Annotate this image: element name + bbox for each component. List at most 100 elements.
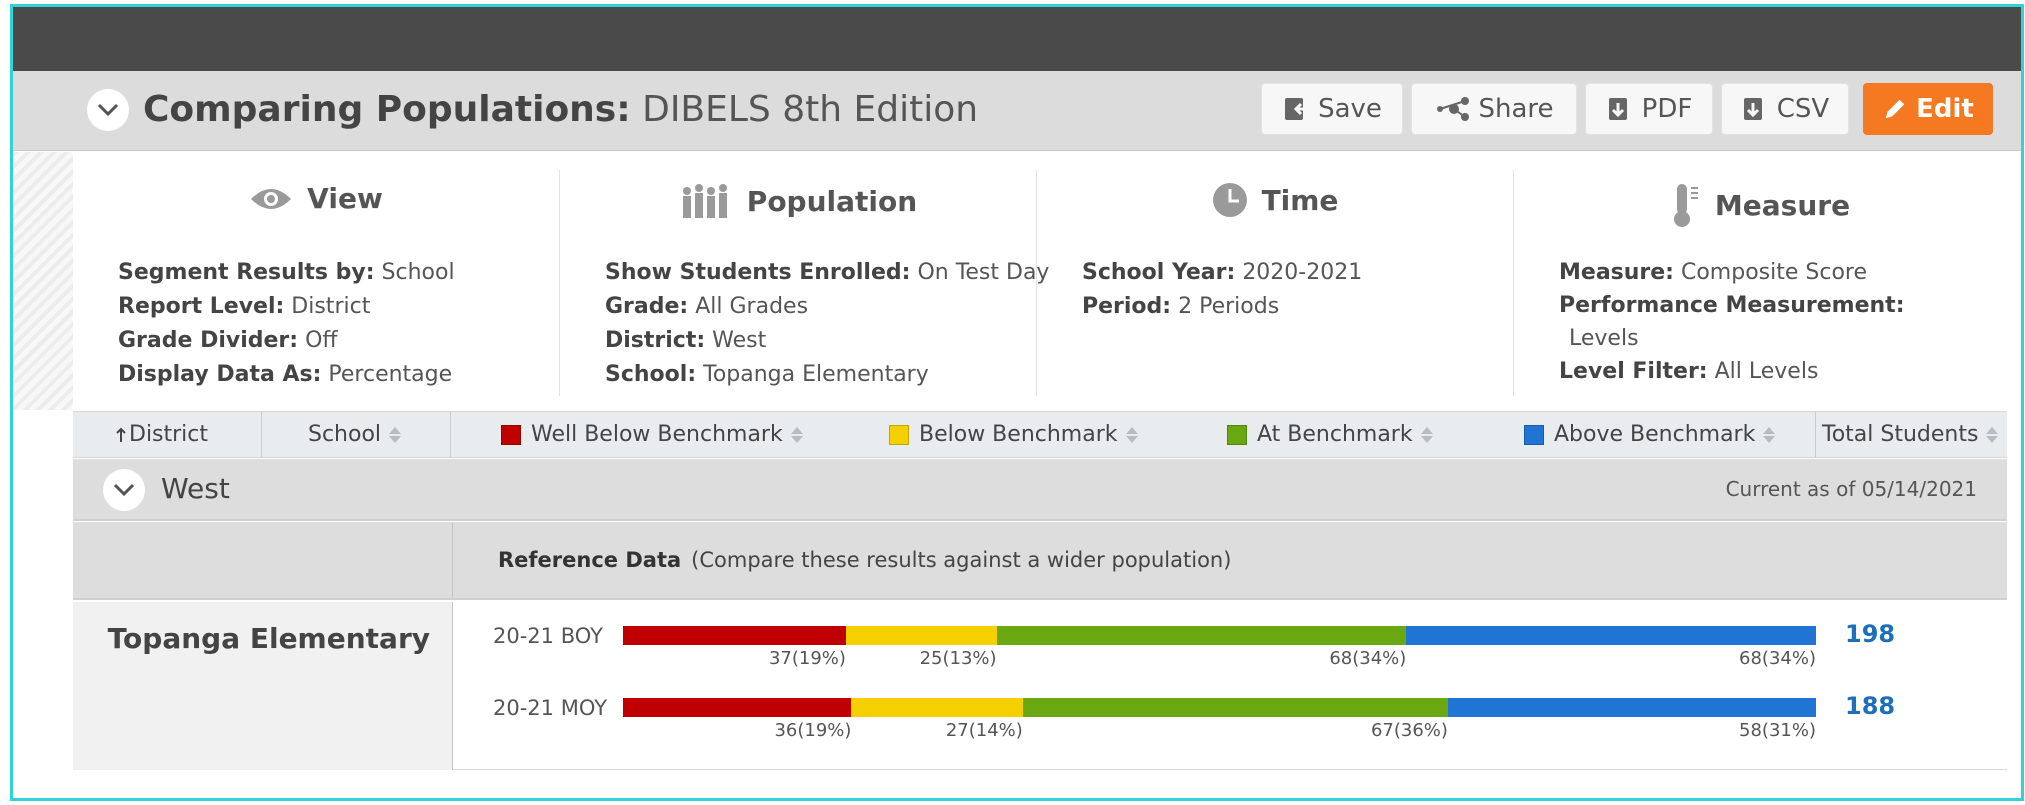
- district-group-row: West Current as of 05/14/2021: [73, 459, 2007, 521]
- sort-icon: [1420, 426, 1433, 443]
- param-line: School: Topanga Elementary: [605, 362, 929, 387]
- report-header: Comparing Populations: DIBELS 8th Editio…: [13, 71, 2021, 151]
- edit-label: Edit: [1916, 94, 1974, 124]
- well-below-swatch: [501, 424, 521, 445]
- col-divider: [261, 412, 262, 457]
- thermometer-icon: [1673, 184, 1698, 227]
- bar-segment-well-below[interactable]: [623, 698, 852, 717]
- sort-icon: [790, 426, 803, 443]
- eye-icon: [251, 188, 292, 209]
- save-button[interactable]: Save: [1261, 83, 1403, 135]
- sort-icon: [1125, 426, 1138, 443]
- measure-params: Measure Measure: Composite Score Perform…: [1513, 170, 2007, 396]
- csv-label: CSV: [1776, 94, 1830, 124]
- period-label: 20-21 BOY: [493, 624, 603, 648]
- param-line: School Year: 2020-2021: [1082, 260, 1363, 285]
- segment-value-label: 58(31%): [1739, 720, 1816, 741]
- segment-value-label: 37(19%): [768, 648, 846, 669]
- col-divider: [1815, 412, 1816, 457]
- time-details: School Year: 2020-2021 Period: 2 Periods: [1082, 256, 1362, 324]
- segment-value-label: 68(34%): [1739, 648, 1816, 669]
- param-line: Report Level: District: [118, 294, 371, 319]
- district-name: West: [161, 472, 230, 505]
- bar-segment-below[interactable]: [851, 698, 1023, 717]
- param-line: Grade Divider: Off: [118, 328, 338, 353]
- reference-note: (Compare these results against a wider p…: [691, 548, 1232, 572]
- reference-blank-cell: [73, 522, 453, 598]
- school-row: Topanga Elementary 20-21 BOY 37(19%) 25(13…: [73, 602, 2007, 770]
- title-subtitle: DIBELS 8th Edition: [642, 89, 979, 130]
- segment-value-label: 67(36%): [1370, 720, 1448, 741]
- above-swatch: [1524, 424, 1544, 445]
- share-button[interactable]: Share: [1411, 83, 1577, 135]
- param-line: Grade: All Grades: [605, 294, 809, 319]
- at-swatch: [1227, 424, 1247, 445]
- download-pdf-icon: [1608, 98, 1627, 120]
- view-heading: View: [73, 182, 559, 215]
- save-icon: [1285, 98, 1309, 120]
- stacked-bar[interactable]: [623, 626, 1816, 645]
- period-label: 20-21 MOY: [493, 696, 608, 720]
- param-line: Measure: Composite Score: [1559, 260, 1868, 285]
- param-line: Levels: [1569, 326, 1639, 351]
- sort-icon: [1763, 426, 1776, 443]
- reference-data-row: Reference Data (Compare these results aga…: [73, 522, 2007, 600]
- population-params: Population Show Students Enrolled: On Te…: [559, 170, 1049, 396]
- chevron-down-icon: [97, 103, 119, 117]
- sort-icon: [389, 426, 402, 443]
- stacked-bar[interactable]: [623, 698, 1816, 717]
- pdf-label: PDF: [1641, 94, 1693, 124]
- measure-heading: Measure: [1514, 182, 2007, 228]
- total-students-link[interactable]: 198: [1845, 620, 1895, 648]
- bar-segment-at[interactable]: [996, 626, 1407, 645]
- col-divider: [450, 412, 451, 457]
- param-line: Show Students Enrolled: On Test Day: [605, 260, 1050, 285]
- download-csv-icon: [1743, 98, 1762, 120]
- col-below[interactable]: Below Benchmark: [889, 412, 1138, 457]
- col-well-below[interactable]: Well Below Benchmark: [501, 412, 803, 457]
- pdf-button[interactable]: PDF: [1585, 83, 1713, 135]
- title-main: Comparing Populations:: [143, 89, 631, 130]
- col-above[interactable]: Above Benchmark: [1524, 412, 1776, 457]
- segment-value-label: 27(14%): [945, 720, 1023, 741]
- col-school[interactable]: School: [308, 412, 402, 457]
- population-heading: Population: [560, 182, 1036, 220]
- report-parameters: View Segment Results by: School Report L…: [73, 152, 2007, 410]
- param-line: Period: 2 Periods: [1082, 294, 1280, 319]
- param-line: Performance Measurement:: [1559, 293, 1905, 318]
- collapse-report-button[interactable]: [87, 89, 129, 131]
- edit-button[interactable]: Edit: [1863, 83, 1993, 135]
- view-params: View Segment Results by: School Report L…: [73, 170, 559, 396]
- time-heading: Time: [1037, 182, 1513, 218]
- below-swatch: [889, 424, 909, 445]
- sort-icon: [1986, 426, 1999, 443]
- col-district[interactable]: District: [115, 412, 208, 457]
- page-title: Comparing Populations: DIBELS 8th Editio…: [143, 87, 978, 133]
- table-header: District School Well Below Benchmark Bel…: [73, 411, 2007, 458]
- clock-icon: [1212, 183, 1247, 217]
- param-line: District: West: [605, 328, 767, 353]
- current-as-of: Current as of 05/14/2021: [1725, 477, 1977, 501]
- collapse-group-button[interactable]: [103, 469, 145, 511]
- reference-data-text[interactable]: Reference Data (Compare these results aga…: [498, 548, 1231, 572]
- param-line: Level Filter: All Levels: [1559, 359, 1819, 384]
- share-icon: [1437, 97, 1470, 121]
- bar-segment-at[interactable]: [1022, 698, 1448, 717]
- segment-value-label: 68(34%): [1329, 648, 1407, 669]
- school-name[interactable]: Topanga Elementary: [108, 622, 430, 655]
- param-line: Segment Results by: School: [118, 260, 455, 285]
- bar-segment-above[interactable]: [1447, 698, 1816, 717]
- total-students-link[interactable]: 188: [1845, 692, 1895, 720]
- segment-value-label: 36(19%): [774, 720, 852, 741]
- param-line: Display Data As: Percentage: [118, 362, 453, 387]
- csv-button[interactable]: CSV: [1721, 83, 1849, 135]
- view-details: Segment Results by: School Report Level:…: [118, 256, 455, 392]
- left-gutter: [13, 152, 73, 410]
- time-params: Time School Year: 2020-2021 Period: 2 Pe…: [1036, 170, 1513, 396]
- bar-segment-above[interactable]: [1406, 626, 1816, 645]
- bar-segment-well-below[interactable]: [623, 626, 846, 645]
- col-total[interactable]: Total Students: [1822, 412, 1999, 457]
- share-label: Share: [1478, 94, 1554, 124]
- col-at[interactable]: At Benchmark: [1227, 412, 1433, 457]
- bar-segment-below[interactable]: [845, 626, 997, 645]
